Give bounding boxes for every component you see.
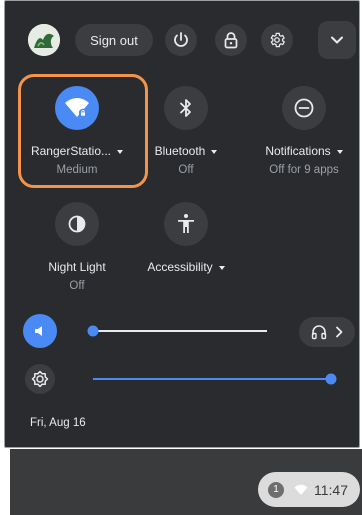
- status-tray[interactable]: 1 11:47: [258, 472, 360, 507]
- audio-settings-button[interactable]: [299, 317, 355, 347]
- volume-slider[interactable]: [85, 323, 271, 339]
- power-icon: [174, 32, 188, 47]
- notification-count-badge: 1: [268, 481, 284, 498]
- volume-mute-button[interactable]: [23, 314, 57, 348]
- caret-down-icon: [336, 149, 343, 154]
- do-not-disturb-icon: [294, 98, 314, 118]
- accessibility-name: Accessibility: [147, 260, 213, 274]
- notifications-toggle[interactable]: [282, 86, 326, 130]
- caret-down-icon: [211, 149, 218, 154]
- notifications-label[interactable]: Notifications: [249, 144, 359, 158]
- accessibility-label[interactable]: Accessibility: [131, 260, 241, 274]
- date-label[interactable]: Fri, Aug 16: [30, 417, 86, 429]
- bluetooth-toggle[interactable]: [164, 86, 208, 130]
- sign-out-button[interactable]: Sign out: [75, 24, 153, 56]
- night-light-toggle[interactable]: [55, 202, 99, 246]
- chevron-down-icon: [331, 36, 343, 44]
- bluetooth-icon: [180, 99, 191, 117]
- tile-night-light[interactable]: Night Light Off: [22, 202, 132, 292]
- brightness-slider[interactable]: [85, 371, 345, 387]
- bluetooth-name: Bluetooth: [154, 144, 206, 158]
- wifi-icon: [294, 484, 308, 495]
- night-light-status: Off: [69, 280, 85, 292]
- collapse-button[interactable]: [318, 21, 356, 59]
- settings-button[interactable]: [261, 24, 293, 56]
- power-button[interactable]: [165, 24, 197, 56]
- headphones-icon: [311, 325, 327, 340]
- chevron-right-icon: [336, 326, 343, 338]
- lock-icon: [224, 32, 238, 49]
- volume-muted-icon: [35, 326, 42, 336]
- volume-slider-thumb[interactable]: [87, 325, 99, 337]
- clock-time: 11:47: [314, 481, 348, 498]
- tile-notifications[interactable]: Notifications Off for 9 apps: [249, 86, 359, 176]
- caret-down-icon: [218, 265, 225, 270]
- accessibility-toggle[interactable]: [164, 202, 208, 246]
- brightness-slider-thumb[interactable]: [325, 373, 337, 385]
- brightness-icon: [31, 370, 49, 388]
- tile-accessibility[interactable]: Accessibility: [131, 202, 241, 274]
- sign-out-label: Sign out: [90, 32, 138, 48]
- night-light-icon: [68, 215, 86, 233]
- quick-settings-panel: Sign out RangerStatio... Medium Bluetoot…: [4, 0, 360, 448]
- highlight-box: [18, 74, 148, 188]
- night-light-label[interactable]: Night Light: [22, 260, 132, 274]
- accessibility-icon: [178, 214, 194, 233]
- night-light-name: Night Light: [48, 260, 106, 274]
- settings-icon: [270, 32, 285, 48]
- brightness-icon-button: [25, 364, 55, 394]
- lock-button[interactable]: [215, 24, 247, 56]
- notifications-name: Notifications: [265, 144, 331, 158]
- notifications-status: Off for 9 apps: [269, 164, 339, 176]
- avatar[interactable]: [28, 24, 60, 56]
